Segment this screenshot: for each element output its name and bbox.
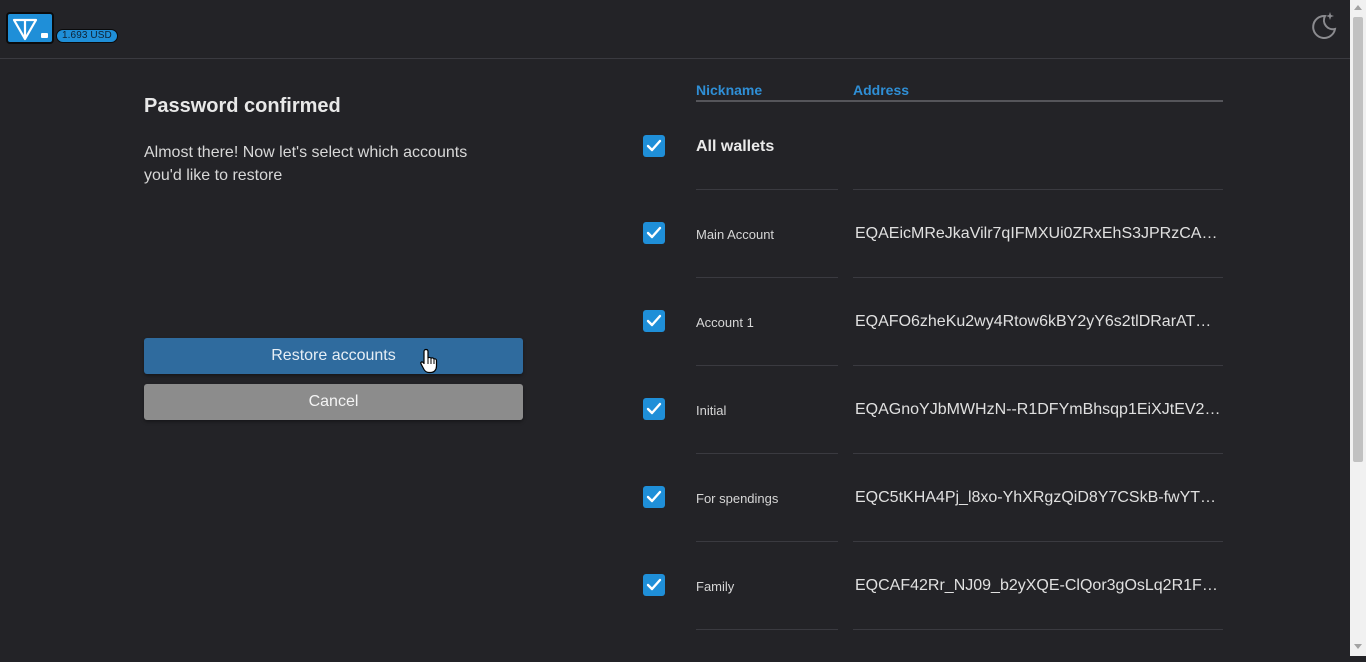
all-wallets-checkbox[interactable] bbox=[643, 135, 665, 157]
moon-stars-icon[interactable] bbox=[1308, 10, 1338, 40]
restore-intro: Password confirmed Almost there! Now let… bbox=[144, 94, 524, 187]
restore-accounts-button[interactable]: Restore accounts bbox=[144, 338, 523, 374]
ton-diamond-icon[interactable] bbox=[6, 12, 54, 44]
cancel-button[interactable]: Cancel bbox=[144, 384, 523, 420]
row-divider bbox=[696, 453, 838, 454]
account-nickname: Initial bbox=[696, 403, 727, 418]
row-divider bbox=[696, 277, 838, 278]
account-checkbox[interactable] bbox=[643, 222, 665, 244]
top-bar: 1.693 USD bbox=[0, 0, 1350, 59]
wallet-indicator-icon bbox=[41, 33, 48, 38]
account-checkbox[interactable] bbox=[643, 310, 665, 332]
all-wallets-label: All wallets bbox=[696, 138, 775, 155]
account-address: EQAFO6zheKu2wy4Rtow6kBY2yY6s2tlDRarATW0n… bbox=[855, 313, 1223, 330]
account-row[interactable]: Account 1 EQAFO6zheKu2wy4Rtow6kBY2yY6s2t… bbox=[640, 310, 1230, 398]
checkmark-icon bbox=[646, 578, 662, 591]
scrollbar-thumb[interactable] bbox=[1353, 17, 1363, 462]
row-divider bbox=[853, 541, 1223, 542]
account-address: EQC5tKHA4Pj_l8xo-YhXRgzQiD8Y7CSkB-fwYTJi… bbox=[855, 489, 1223, 506]
checkmark-icon bbox=[646, 226, 662, 239]
row-divider bbox=[696, 629, 838, 630]
page-title: Password confirmed bbox=[144, 95, 341, 117]
row-divider bbox=[696, 365, 838, 366]
row-divider bbox=[696, 189, 838, 190]
account-checkbox[interactable] bbox=[643, 486, 665, 508]
checkmark-icon bbox=[646, 314, 662, 327]
account-row[interactable]: Main Account EQAEicMReJkaVilr7qIFMXUi0ZR… bbox=[640, 222, 1230, 310]
account-address: EQAEicMReJkaVilr7qIFMXUi0ZRxEhS3JPRzCA6s… bbox=[855, 225, 1223, 242]
account-nickname: Family bbox=[696, 579, 735, 594]
all-wallets-row: All wallets bbox=[640, 135, 1230, 223]
checkmark-icon bbox=[646, 402, 662, 415]
balance-badge: 1.693 USD bbox=[56, 29, 118, 43]
row-divider bbox=[853, 629, 1223, 630]
row-divider bbox=[853, 365, 1223, 366]
account-checkbox[interactable] bbox=[643, 574, 665, 596]
account-row[interactable]: Family EQCAF42Rr_NJ09_b2yXQE-ClQor3gOsLq… bbox=[640, 574, 1230, 662]
scrollbar[interactable] bbox=[1350, 0, 1366, 656]
scroll-up-icon[interactable] bbox=[1354, 5, 1362, 10]
account-nickname: Main Account bbox=[696, 227, 775, 242]
account-nickname: Account 1 bbox=[696, 315, 754, 330]
account-checkbox[interactable] bbox=[643, 398, 665, 420]
account-row[interactable]: For spendings EQC5tKHA4Pj_l8xo-YhXRgzQiD… bbox=[640, 486, 1230, 574]
row-divider bbox=[853, 453, 1223, 454]
checkmark-icon bbox=[646, 490, 662, 503]
column-header-nickname[interactable]: Nickname bbox=[696, 82, 762, 98]
account-address: EQCAF42Rr_NJ09_b2yXQE-ClQor3gOsLq2R1Fo-E… bbox=[855, 577, 1223, 594]
page-subtitle: Almost there! Now let's select which acc… bbox=[144, 144, 468, 184]
hand-cursor-icon bbox=[420, 348, 438, 374]
row-divider bbox=[853, 277, 1223, 278]
row-divider bbox=[696, 541, 838, 542]
account-nickname: For spendings bbox=[696, 491, 779, 506]
account-address: EQAGnoYJbMWHzN--R1DFYmBhsqp1EiXJtEV2iqnW… bbox=[855, 401, 1223, 418]
account-row[interactable]: Initial EQAGnoYJbMWHzN--R1DFYmBhsqp1EiXJ… bbox=[640, 398, 1230, 486]
column-header-address[interactable]: Address bbox=[853, 82, 909, 98]
scroll-down-icon[interactable] bbox=[1354, 644, 1362, 649]
checkmark-icon bbox=[646, 139, 662, 152]
row-divider bbox=[853, 189, 1223, 190]
accounts-table-header: Nickname Address bbox=[696, 80, 1223, 102]
